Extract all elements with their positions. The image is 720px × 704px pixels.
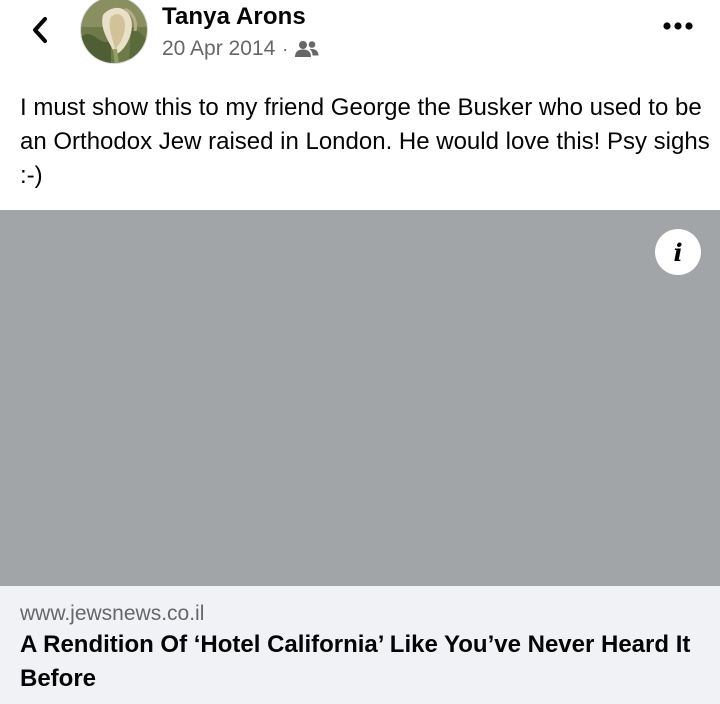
- avatar[interactable]: [80, 0, 148, 64]
- post-view: Tanya Arons 20 Apr 2014 · I must show th…: [0, 0, 720, 704]
- post-text: I must show this to my friend George the…: [20, 94, 710, 189]
- info-icon: i: [673, 237, 683, 267]
- link-title: A Rendition Of ‘Hotel California’ Like Y…: [20, 631, 691, 692]
- link-domain: www.jewsnews.co.il: [20, 602, 205, 625]
- back-button[interactable]: [20, 10, 60, 50]
- author-name[interactable]: Tanya Arons: [162, 3, 306, 31]
- link-preview-caption[interactable]: www.jewsnews.co.il A Rendition Of ‘Hotel…: [0, 586, 720, 704]
- post-meta: 20 Apr 2014 ·: [162, 37, 319, 61]
- more-options-icon: [663, 22, 693, 30]
- avatar-image: [81, 0, 147, 63]
- meta-separator: ·: [282, 38, 289, 59]
- post-header: Tanya Arons 20 Apr 2014 ·: [0, 0, 720, 80]
- post-date[interactable]: 20 Apr 2014: [162, 37, 275, 61]
- link-preview-image[interactable]: i: [0, 210, 720, 586]
- more-options-button[interactable]: [660, 14, 696, 38]
- chevron-left-icon: [33, 17, 47, 43]
- friends-icon: [295, 41, 319, 57]
- info-button[interactable]: i: [655, 229, 701, 275]
